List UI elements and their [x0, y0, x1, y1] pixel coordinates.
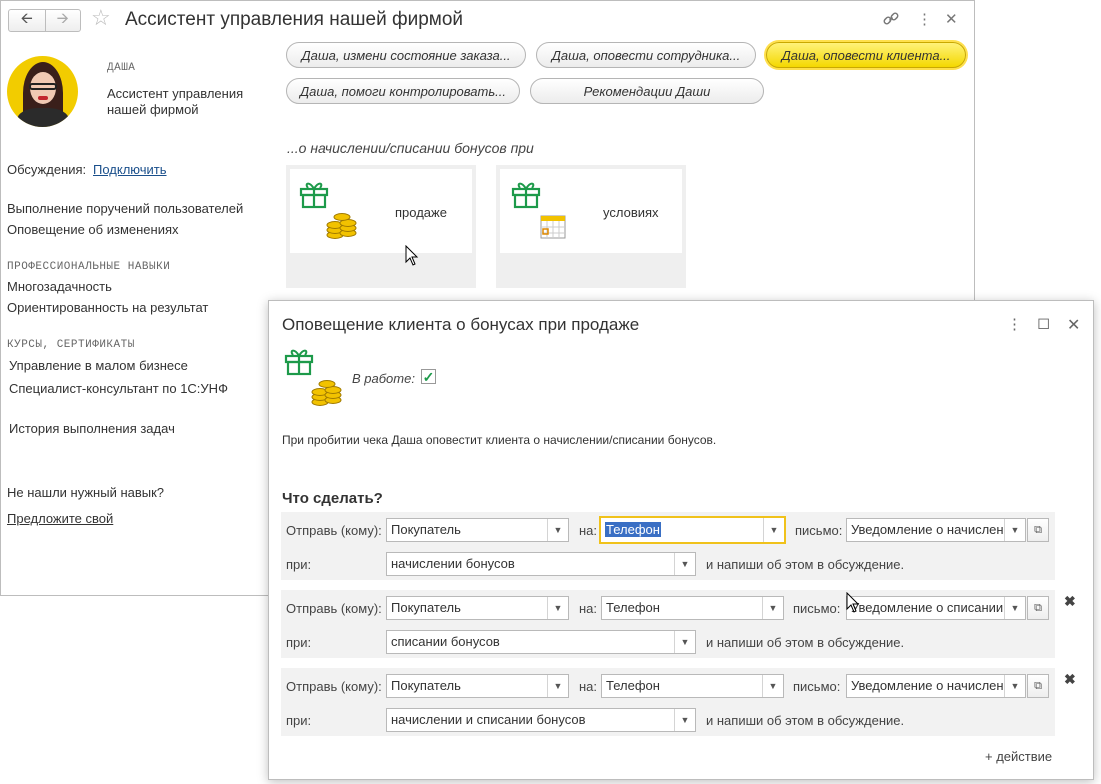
letter-label: письмо:: [795, 523, 843, 538]
assistant-name: ДАША: [107, 62, 136, 74]
chevron-down-icon: ▼: [763, 518, 784, 542]
connect-discussions-link[interactable]: Подключить: [93, 162, 167, 177]
to-label: на:: [579, 679, 598, 694]
message-select[interactable]: Уведомление о списании ▼: [846, 596, 1026, 620]
chevron-down-icon: ▼: [674, 553, 695, 575]
tile-conditions-label: условиях: [603, 205, 659, 220]
recipient-select[interactable]: Покупатель ▼: [386, 674, 569, 698]
favorite-star-icon[interactable]: ☆: [91, 7, 111, 29]
chevron-down-icon: ▼: [1004, 597, 1025, 619]
to-label: на:: [579, 523, 598, 538]
not-found-text: Не нашли нужный навык?: [7, 485, 165, 500]
more-icon[interactable]: ⋮: [917, 10, 932, 28]
send-to-label: Отправь (кому):: [286, 601, 382, 616]
skill-results: Ориентированность на результат: [7, 300, 209, 315]
when-label: при:: [286, 635, 312, 650]
assistant-role-line2: нашей фирмой: [107, 102, 199, 117]
chevron-down-icon: ▼: [1004, 675, 1025, 697]
send-to-label: Отправь (кому):: [286, 679, 382, 694]
more-icon[interactable]: ⋮: [1007, 315, 1022, 333]
tile-sale[interactable]: продаже: [286, 165, 476, 288]
channel-select[interactable]: Телефон ▼: [601, 596, 784, 620]
back-arrow-icon[interactable]: 🡨: [9, 10, 45, 31]
channel-select[interactable]: Телефон ▼: [601, 674, 784, 698]
notify-client-dialog: Оповещение клиента о бонусах при продаже…: [268, 300, 1094, 780]
chevron-down-icon: ▼: [547, 519, 568, 541]
open-icon[interactable]: ⧉: [1027, 518, 1049, 542]
action-help-control-button[interactable]: Даша, помоги контролировать...: [286, 78, 520, 104]
dialog-description: При пробитии чека Даша оповестит клиента…: [282, 433, 717, 447]
to-label: на:: [579, 601, 598, 616]
calendar-icon: [540, 213, 566, 242]
write-discussion-text: и напиши об этом в обсуждение.: [706, 635, 905, 650]
chevron-down-icon: ▼: [762, 597, 783, 619]
recommendations-button[interactable]: Рекомендации Даши: [530, 78, 764, 104]
section-heading: ...о начислении/списании бонусов при: [287, 140, 534, 156]
coins-icon: [324, 207, 358, 244]
task-history-link[interactable]: История выполнения задач: [9, 421, 175, 436]
close-icon[interactable]: ✕: [945, 10, 958, 28]
sidebar-item-notifications[interactable]: Оповещение об изменениях: [7, 222, 179, 237]
message-select[interactable]: Уведомление о начислени ▼: [846, 518, 1026, 542]
message-select[interactable]: Уведомление о начислени ▼: [846, 674, 1026, 698]
what-to-do-heading: Что сделать?: [282, 490, 383, 507]
title-bar: 🡨 🡪 ☆ Ассистент управления нашей фирмой …: [1, 1, 974, 39]
tile-sale-label: продаже: [395, 205, 447, 220]
write-discussion-text: и напиши об этом в обсуждение.: [706, 557, 905, 572]
remove-rule-icon[interactable]: ✖: [1064, 593, 1076, 610]
avatar: [7, 56, 78, 127]
recipient-select[interactable]: Покупатель ▼: [386, 518, 569, 542]
chevron-down-icon: ▼: [547, 675, 568, 697]
action-notify-employee-button[interactable]: Даша, оповести сотрудника...: [536, 42, 756, 68]
event-select[interactable]: начислении бонусов ▼: [386, 552, 696, 576]
assistant-role-line1: Ассистент управления: [107, 86, 244, 101]
course-small-business: Управление в малом бизнесе: [9, 358, 188, 373]
letter-label: письмо:: [793, 679, 841, 694]
nav-buttons: 🡨 🡪: [8, 9, 81, 32]
event-select[interactable]: списании бонусов ▼: [386, 630, 696, 654]
dialog-title: Оповещение клиента о бонусах при продаже: [282, 315, 640, 334]
chevron-down-icon: ▼: [762, 675, 783, 697]
chevron-down-icon: ▼: [674, 631, 695, 653]
recipient-select[interactable]: Покупатель ▼: [386, 596, 569, 620]
action-change-order-button[interactable]: Даша, измени состояние заказа...: [286, 42, 526, 68]
letter-label: письмо:: [793, 601, 841, 616]
gift-icon: [510, 179, 542, 212]
link-icon[interactable]: [882, 10, 900, 32]
courses-header: КУРСЫ, СЕРТИФИКАТЫ: [7, 339, 135, 351]
suggest-skill-link[interactable]: Предложите свой: [7, 511, 113, 526]
tile-conditions[interactable]: условиях: [496, 165, 686, 288]
chevron-down-icon: ▼: [674, 709, 695, 731]
course-consultant: Специалист-консультант по 1С:УНФ: [9, 381, 228, 396]
discussions-label: Обсуждения:: [7, 162, 87, 177]
channel-select[interactable]: Телефон ▼: [599, 516, 786, 544]
forward-arrow-icon[interactable]: 🡪: [44, 10, 81, 31]
send-to-label: Отправь (кому):: [286, 523, 382, 538]
open-icon[interactable]: ⧉: [1027, 596, 1049, 620]
close-icon[interactable]: ✕: [1067, 315, 1080, 335]
window-title: Ассистент управления нашей фирмой: [125, 9, 464, 30]
maximize-icon[interactable]: ◻: [1037, 313, 1050, 333]
in-work-label: В работе:: [352, 371, 415, 386]
coins-icon: [309, 374, 343, 411]
open-icon[interactable]: ⧉: [1027, 674, 1049, 698]
skill-multitasking: Многозадачность: [7, 279, 112, 294]
event-select[interactable]: начислении и списании бонусов ▼: [386, 708, 696, 732]
when-label: при:: [286, 557, 312, 572]
write-discussion-text: и напиши об этом в обсуждение.: [706, 713, 905, 728]
remove-rule-icon[interactable]: ✖: [1064, 671, 1076, 688]
when-label: при:: [286, 713, 312, 728]
skills-header: ПРОФЕССИОНАЛЬНЫЕ НАВЫКИ: [7, 261, 171, 273]
in-work-checkbox[interactable]: ✓: [421, 369, 436, 384]
chevron-down-icon: ▼: [1004, 519, 1025, 541]
sidebar-item-assignments[interactable]: Выполнение поручений пользователей: [7, 201, 243, 216]
add-action-link[interactable]: + действие: [985, 749, 1052, 764]
chevron-down-icon: ▼: [547, 597, 568, 619]
action-notify-client-button[interactable]: Даша, оповести клиента...: [766, 42, 966, 68]
